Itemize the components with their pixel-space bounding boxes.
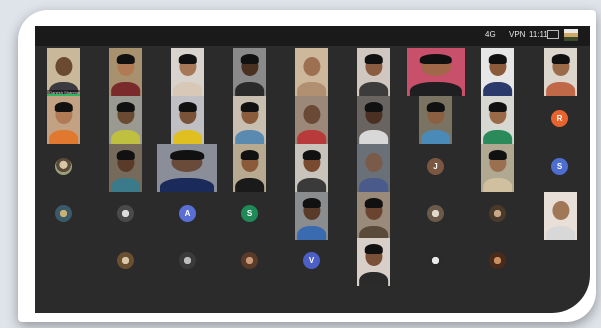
avatar[interactable]: [117, 252, 134, 269]
avatar[interactable]: V: [303, 252, 320, 269]
avatar[interactable]: [179, 252, 196, 269]
avatar[interactable]: [489, 205, 506, 222]
participant-tile[interactable]: [419, 96, 452, 144]
participant-tile[interactable]: [357, 192, 390, 240]
screen-share-icon: [547, 30, 559, 39]
participant-tile[interactable]: [481, 144, 514, 192]
avatar[interactable]: A: [179, 205, 196, 222]
avatar[interactable]: [427, 252, 444, 269]
network-indicator: 4G: [485, 30, 496, 39]
participant-tile[interactable]: [357, 238, 390, 286]
participant-tile[interactable]: [295, 48, 328, 96]
avatar[interactable]: R: [551, 110, 568, 127]
participant-tile[interactable]: [233, 96, 266, 144]
avatar[interactable]: [117, 205, 134, 222]
vpn-indicator: VPN: [509, 30, 526, 39]
participant-tile[interactable]: [233, 48, 266, 96]
avatar[interactable]: J: [427, 158, 444, 175]
avatar[interactable]: [55, 158, 72, 175]
participant-tile[interactable]: [295, 96, 328, 144]
avatar[interactable]: [427, 205, 444, 222]
participant-tile[interactable]: [544, 192, 577, 240]
status-bar: 4G VPN 11:11: [35, 26, 590, 46]
participant-tile[interactable]: [171, 96, 204, 144]
participant-tile[interactable]: [481, 48, 514, 96]
participant-tile[interactable]: [47, 96, 80, 144]
participant-tile-ganesh[interactable]: Ganesh Shanmuganathan: [47, 48, 80, 96]
participant-tile[interactable]: [171, 48, 204, 96]
participant-tile[interactable]: [109, 96, 142, 144]
avatar[interactable]: [489, 252, 506, 269]
participant-tile[interactable]: [295, 144, 328, 192]
participant-tile[interactable]: [233, 144, 266, 192]
clock: 11:11: [529, 30, 548, 39]
participant-tile[interactable]: [357, 144, 390, 192]
participant-tile[interactable]: [357, 96, 390, 144]
participant-tile[interactable]: [295, 192, 328, 240]
self-view-icon: [564, 29, 578, 41]
participant-tile[interactable]: [157, 144, 217, 192]
participant-tile[interactable]: [109, 144, 142, 192]
avatar[interactable]: S: [241, 205, 258, 222]
participant-tile[interactable]: [109, 48, 142, 96]
avatar[interactable]: [55, 205, 72, 222]
participant-tile[interactable]: [481, 96, 514, 144]
meeting-screen: 4G VPN 11:11 Ganesh Shanmuganathan: [35, 26, 590, 313]
participant-tile[interactable]: [357, 48, 390, 96]
participant-tile[interactable]: [407, 48, 465, 96]
participant-tile[interactable]: [544, 48, 577, 96]
avatar[interactable]: [241, 252, 258, 269]
avatar[interactable]: S: [551, 158, 568, 175]
